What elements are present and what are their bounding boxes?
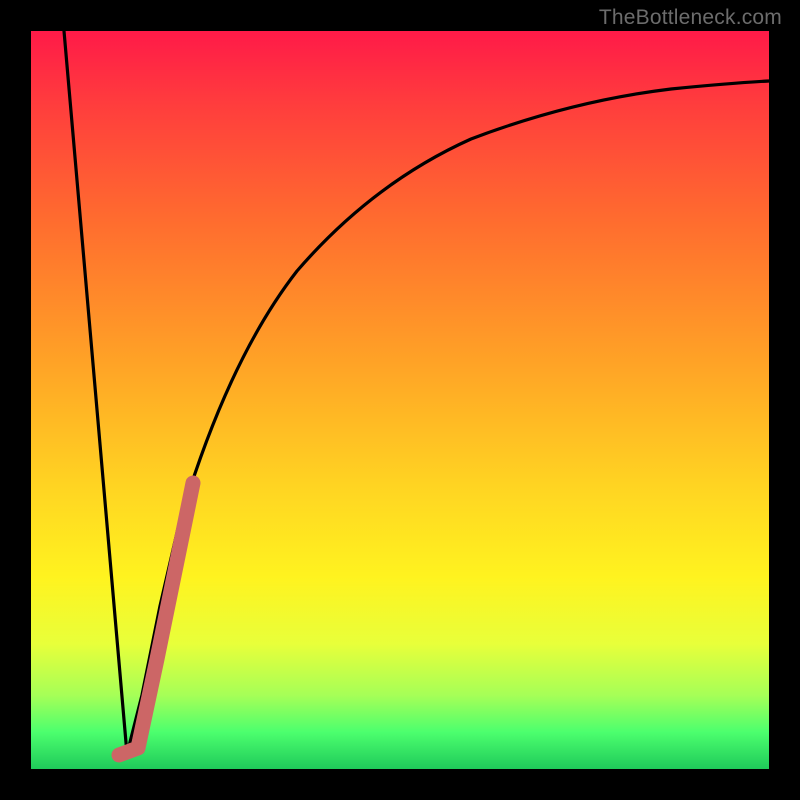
chart-frame: TheBottleneck.com xyxy=(0,0,800,800)
curve-left-branch xyxy=(64,31,127,754)
watermark-text: TheBottleneck.com xyxy=(599,6,782,30)
chart-svg xyxy=(31,31,769,769)
curve-right-branch xyxy=(127,81,769,754)
